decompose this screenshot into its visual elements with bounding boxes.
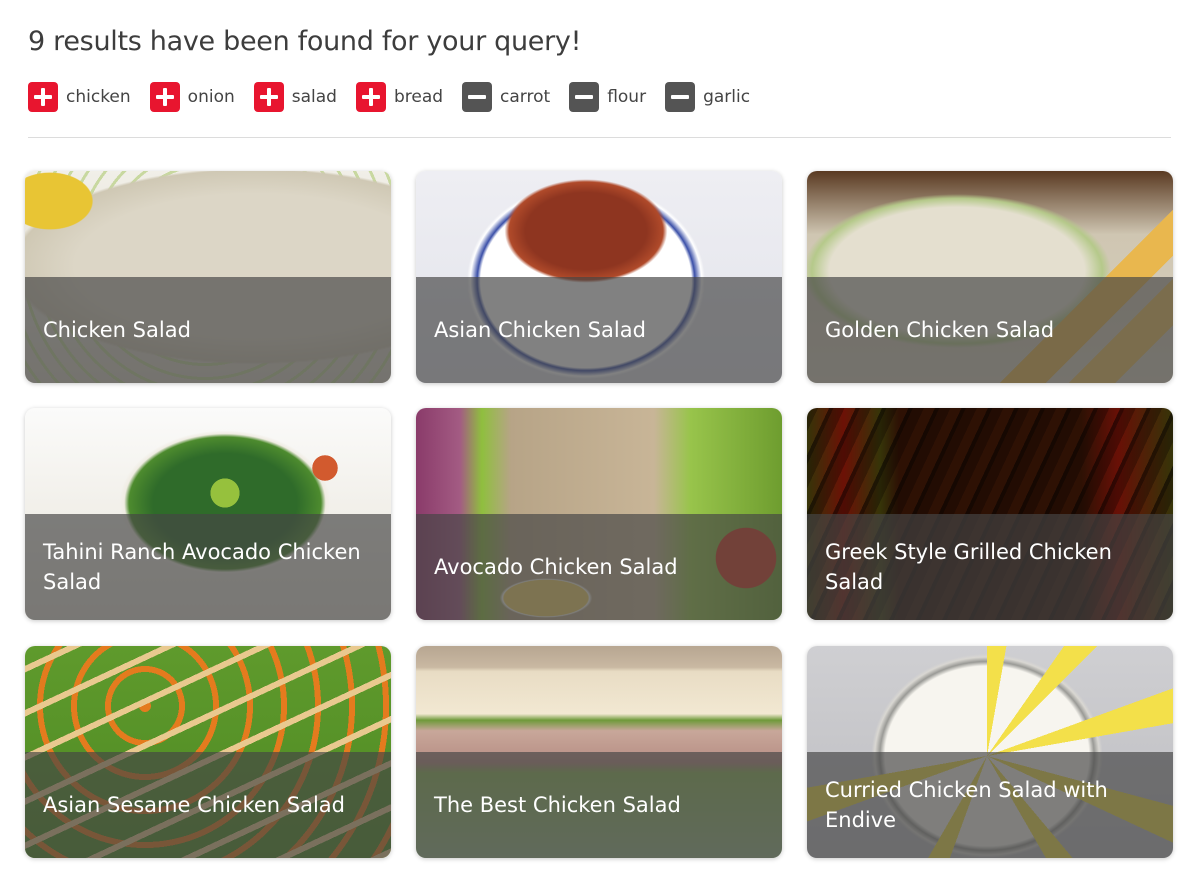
recipe-title: Avocado Chicken Salad [434,555,678,579]
recipe-caption: Asian Sesame Chicken Salad [25,752,391,858]
results-heading: 9 results have been found for your query… [28,26,582,57]
filter-label: garlic [703,87,751,107]
divider [28,137,1171,138]
recipe-grid: Chicken Salad Asian Chicken Salad Golden… [25,171,1173,859]
filter-onion[interactable]: onion [149,82,235,112]
recipe-card[interactable]: Chicken Salad [25,171,391,383]
recipe-title: Golden Chicken Salad [825,318,1055,342]
filter-label: carrot [500,87,551,107]
recipe-caption: Avocado Chicken Salad [416,514,782,620]
recipe-caption: Curried Chicken Salad with Endive [807,752,1173,858]
recipe-card[interactable]: Greek Style Grilled Chicken Salad [807,408,1173,620]
filter-flour[interactable]: flour [569,82,646,112]
recipe-caption: Chicken Salad [25,277,391,383]
recipe-card[interactable]: Asian Chicken Salad [416,171,782,383]
filter-garlic[interactable]: garlic [665,82,750,112]
filter-chicken[interactable]: chicken [28,82,131,112]
minus-icon[interactable] [569,82,600,112]
recipe-caption: Asian Chicken Salad [416,277,782,383]
plus-icon[interactable] [149,82,180,112]
recipe-card[interactable]: Tahini Ranch Avocado Chicken Salad [25,408,391,620]
recipe-title: The Best Chicken Salad [434,793,681,817]
filter-carrot[interactable]: carrot [462,82,550,112]
minus-icon[interactable] [462,82,493,112]
recipe-title: Chicken Salad [43,318,191,342]
recipe-caption: The Best Chicken Salad [416,752,782,858]
filter-label: bread [393,87,444,107]
recipe-caption: Tahini Ranch Avocado Chicken Salad [25,514,391,620]
recipe-card[interactable]: Asian Sesame Chicken Salad [25,646,391,858]
recipe-card[interactable]: Avocado Chicken Salad [416,408,782,620]
ingredient-filters: chicken onion salad bread carrot flour g… [28,82,769,112]
recipe-caption: Greek Style Grilled Chicken Salad [807,514,1173,620]
recipe-title: Greek Style Grilled Chicken Salad [825,540,1112,594]
recipe-caption: Golden Chicken Salad [807,277,1173,383]
filter-label: salad [291,87,337,107]
minus-icon[interactable] [665,82,696,112]
filter-bread[interactable]: bread [355,82,444,112]
recipe-title: Asian Sesame Chicken Salad [43,793,346,817]
recipe-title: Asian Chicken Salad [434,318,646,342]
plus-icon[interactable] [355,82,386,112]
recipe-title: Curried Chicken Salad with Endive [825,778,1108,832]
recipe-card[interactable]: Golden Chicken Salad [807,171,1173,383]
recipe-title: Tahini Ranch Avocado Chicken Salad [43,540,361,594]
recipe-card[interactable]: The Best Chicken Salad [416,646,782,858]
filter-label: onion [187,87,235,107]
filter-salad[interactable]: salad [253,82,337,112]
plus-icon[interactable] [28,82,58,112]
recipe-card[interactable]: Curried Chicken Salad with Endive [807,646,1173,858]
filter-label: chicken [66,87,131,107]
filter-label: flour [607,87,647,107]
plus-icon[interactable] [253,82,284,112]
